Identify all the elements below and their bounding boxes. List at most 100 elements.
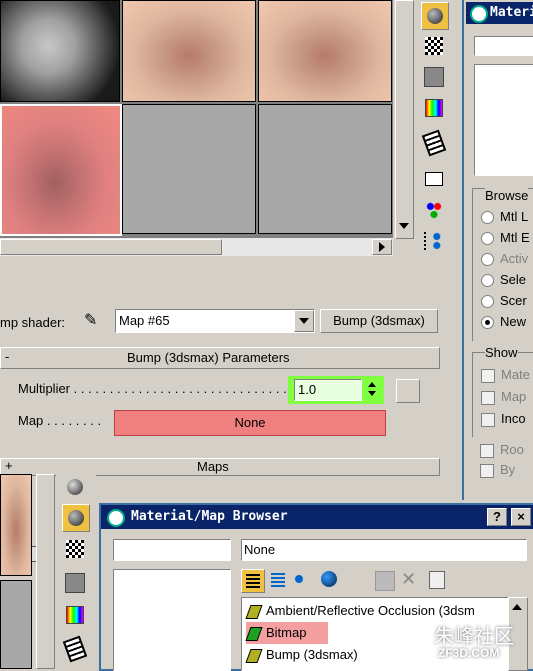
browse-option-label: Mtl L — [500, 209, 529, 224]
bottom-option[interactable]: Roo — [480, 442, 524, 462]
checkbox[interactable] — [480, 463, 494, 478]
chevron-down-icon[interactable] — [294, 310, 314, 332]
scroll-right-button[interactable] — [372, 239, 392, 255]
sample-slot-face-1[interactable] — [122, 0, 256, 102]
map-name-value: Map #65 — [119, 313, 170, 328]
slots-vertical-scrollbar[interactable] — [395, 0, 414, 239]
browse-option-label: Scer — [500, 293, 527, 308]
browser-name-value: None — [244, 542, 276, 557]
video-color-check-icon[interactable] — [62, 602, 88, 628]
sample-type-sphere-active-icon[interactable] — [62, 504, 90, 532]
checkbox[interactable] — [481, 368, 495, 383]
show-option[interactable]: Mate — [481, 367, 530, 389]
scroll-up-arrow-icon[interactable] — [512, 604, 522, 610]
lower-sample-slot-grey[interactable] — [0, 580, 32, 669]
backlight-icon[interactable] — [62, 570, 88, 596]
watermark-url: ZF3D.COM — [438, 646, 500, 660]
checkbox[interactable] — [480, 443, 494, 458]
browse-from-group: Browse Mtl L Mtl E Activ Sele Scer New — [472, 188, 533, 341]
show-option[interactable]: Inco — [481, 411, 530, 433]
slots-horizontal-scrollbar[interactable] — [0, 237, 393, 256]
sample-slot-face-active[interactable] — [0, 104, 122, 236]
map-type-icon — [245, 604, 263, 619]
browser-name-field[interactable]: None — [241, 539, 527, 561]
sample-slot-empty-1[interactable] — [122, 104, 256, 234]
browser-list-item-label: Bump (3dsmax) — [266, 647, 358, 662]
view-list-icons-icon[interactable] — [267, 569, 289, 591]
browse-option[interactable]: Sele — [481, 272, 530, 293]
checkbox[interactable] — [481, 390, 495, 405]
bottom-option[interactable]: By — [480, 462, 524, 482]
radio-button[interactable] — [481, 316, 494, 330]
show-option[interactable]: Map — [481, 389, 530, 411]
material-navigator-icon[interactable] — [421, 228, 447, 254]
radio-button[interactable] — [481, 211, 494, 225]
help-button[interactable]: ? — [487, 508, 507, 526]
map-type-button[interactable]: Bump (3dsmax) — [320, 309, 438, 333]
browse-option[interactable]: New — [481, 314, 530, 335]
view-small-icons-icon[interactable] — [295, 575, 303, 583]
browse-option[interactable]: Scer — [481, 293, 530, 314]
scroll-down-arrow-icon[interactable] — [399, 223, 409, 229]
right-panel-name-field[interactable] — [474, 36, 533, 56]
multiplier-input[interactable]: 1.0 — [294, 379, 362, 401]
map-type-icon — [245, 626, 263, 641]
browse-title: Browse — [485, 188, 529, 203]
right-panel-titlebar: Materi — [466, 2, 533, 24]
shader-label: mp shader: — [0, 315, 66, 330]
map-name-dropdown[interactable]: Map #65 — [115, 309, 315, 333]
browse-option[interactable]: Mtl E — [481, 230, 530, 251]
sample-slot-face-2[interactable] — [258, 0, 392, 102]
browser-view-toolbar: ✕ — [241, 569, 525, 593]
right-panel-frame: Materi Browse Mtl L Mtl E Activ Sele Scer New… — [462, 0, 533, 500]
sample-type-sphere-icon[interactable] — [62, 474, 88, 500]
browse-option[interactable]: Activ — [481, 251, 530, 272]
lower-side-toolbar — [56, 474, 96, 667]
browser-search-field[interactable] — [113, 539, 231, 561]
browse-option[interactable]: Mtl L — [481, 209, 530, 230]
browser-list-item-label: Bitmap — [266, 625, 307, 640]
view-list-icon[interactable] — [241, 569, 265, 593]
sample-slot-sphere[interactable] — [0, 0, 120, 102]
browser-title: Material/Map Browser — [131, 509, 288, 524]
eyedropper-icon[interactable]: ✎ — [84, 310, 104, 330]
radio-button[interactable] — [481, 232, 494, 246]
browser-list-item-label: Ambient/Reflective Occlusion (3dsm — [266, 603, 475, 618]
bottom-option-label: By — [500, 462, 516, 477]
options-icon[interactable] — [421, 166, 447, 192]
map-slot-button[interactable]: None — [114, 410, 386, 436]
background-checker-icon[interactable] — [421, 33, 447, 59]
multiplier-map-button[interactable] — [396, 379, 420, 403]
make-preview-icon[interactable] — [421, 129, 447, 157]
browser-titlebar[interactable]: Material/Map Browser ? × — [101, 505, 533, 529]
browser-list-item[interactable]: Bitmap — [245, 622, 328, 644]
checkbox[interactable] — [481, 412, 495, 427]
rollout-collapse-toggle[interactable]: - — [5, 349, 9, 364]
multiplier-spinner[interactable]: 1.0 — [288, 376, 384, 404]
browse-option-label: New — [500, 314, 527, 329]
view-large-icons-icon[interactable] — [321, 571, 337, 587]
select-by-material-icon[interactable] — [421, 197, 447, 223]
radio-button[interactable] — [481, 295, 494, 309]
radio-button[interactable] — [481, 253, 494, 267]
backlight-icon[interactable] — [421, 64, 447, 90]
spinner-arrows-icon[interactable] — [366, 380, 378, 400]
sample-type-sphere-icon[interactable] — [421, 2, 449, 30]
lower-sample-slot[interactable] — [0, 474, 32, 576]
delete-from-library-icon[interactable]: ✕ — [401, 569, 421, 589]
rollout-bump-header[interactable]: - Bump (3dsmax) Parameters — [0, 347, 440, 369]
lower-slots-scrollbar[interactable] — [36, 474, 55, 669]
browser-preview — [113, 569, 231, 671]
clear-library-icon[interactable] — [429, 571, 445, 589]
video-color-check-icon[interactable] — [421, 95, 447, 121]
background-checker-icon[interactable] — [62, 536, 88, 562]
show-option-label: Mate — [501, 367, 530, 382]
radio-button[interactable] — [481, 274, 494, 288]
sample-slot-empty-2[interactable] — [258, 104, 392, 234]
close-button[interactable]: × — [511, 508, 531, 526]
make-preview-icon[interactable] — [62, 635, 88, 663]
bottom-option-label: Roo — [500, 442, 524, 457]
main-toolbar: ✕ ⬉ ⬊ — [0, 270, 462, 568]
update-scene-materials-icon[interactable] — [375, 571, 395, 591]
show-title: Show — [485, 345, 518, 360]
